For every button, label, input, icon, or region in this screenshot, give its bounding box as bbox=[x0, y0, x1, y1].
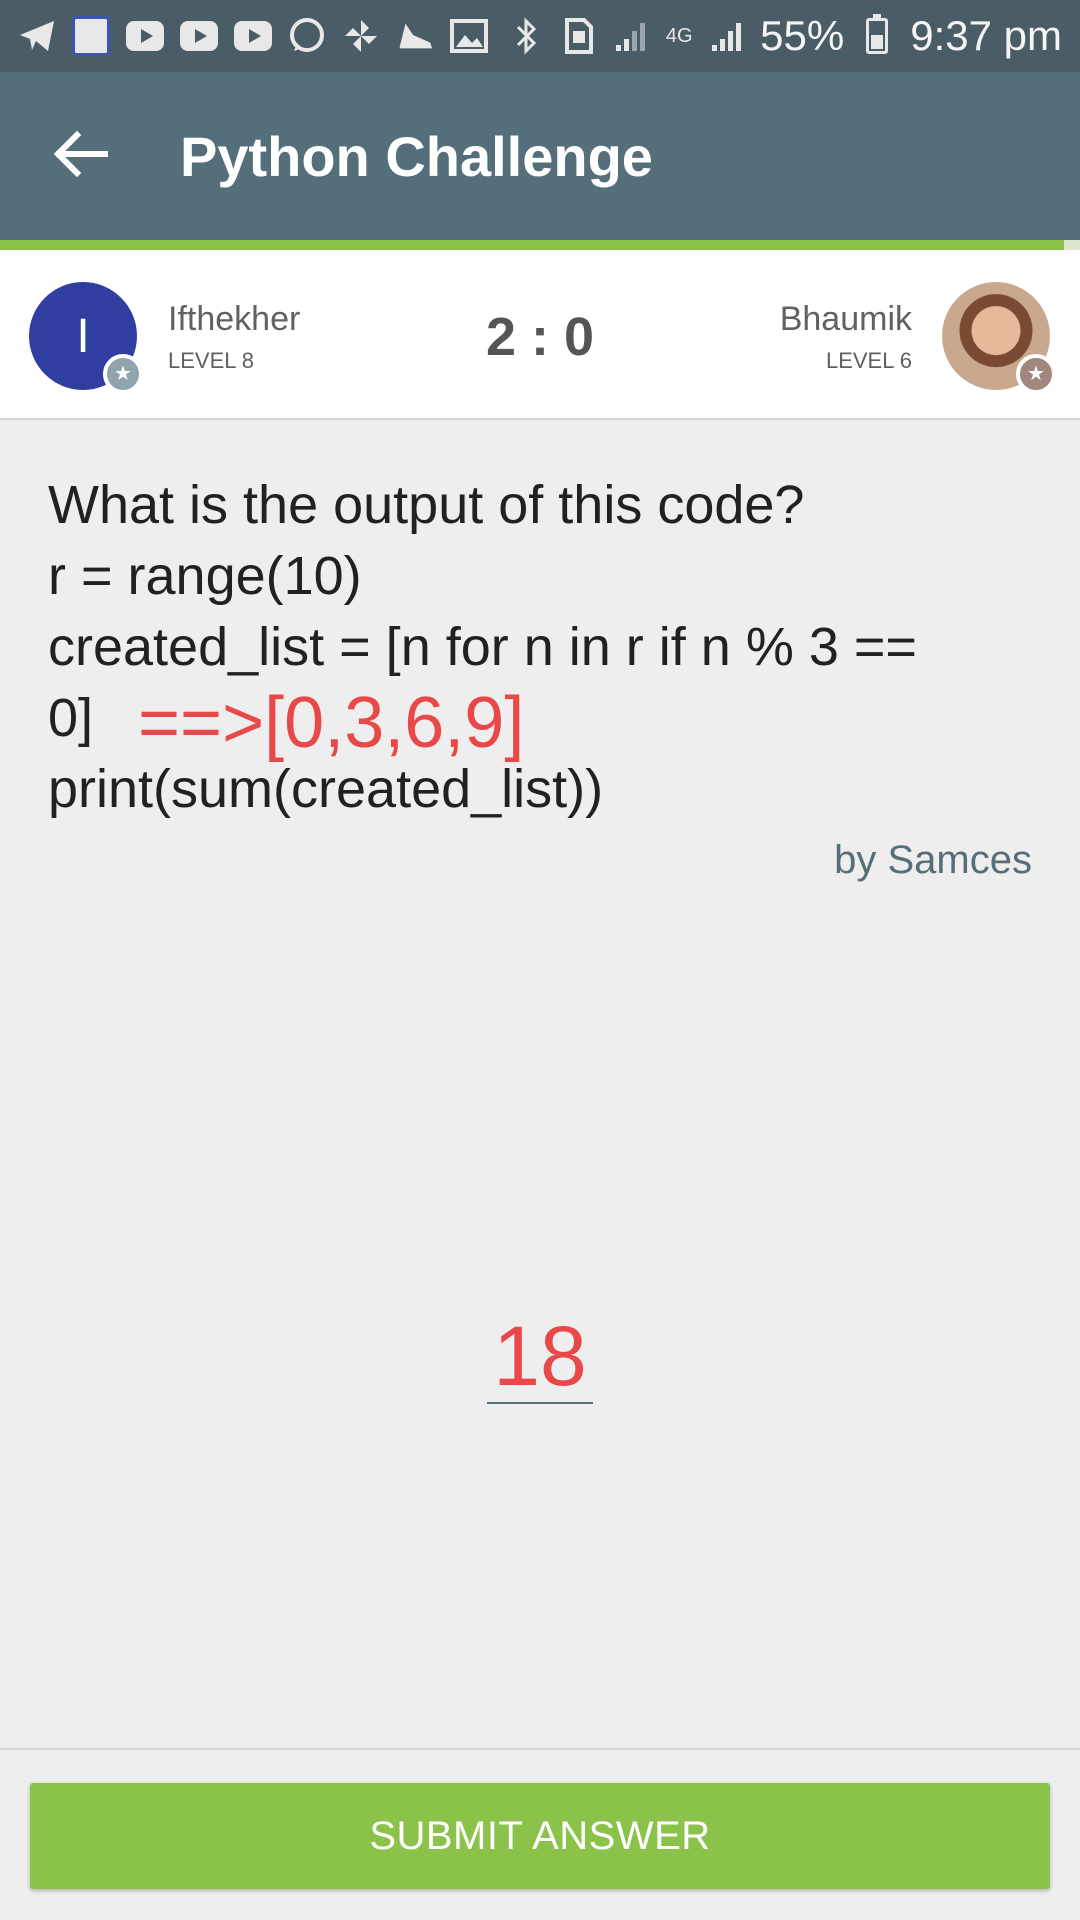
score: 2 : 0 bbox=[485, 307, 595, 367]
notification-icons bbox=[18, 16, 488, 56]
page-title: Python Challenge bbox=[180, 124, 653, 188]
star-icon: ★ bbox=[1016, 354, 1056, 394]
handwritten-annotation: ==>[0,3,6,9] bbox=[138, 683, 525, 763]
progress-fill bbox=[0, 240, 1064, 250]
player-right-name[interactable]: Bhaumik bbox=[780, 300, 912, 339]
battery-percent: 55% bbox=[760, 12, 845, 59]
back-button[interactable] bbox=[26, 101, 136, 211]
code-line: created_list = [n for n in r if n % 3 == bbox=[48, 617, 917, 677]
image-icon bbox=[450, 17, 488, 55]
player-right-level: LEVEL 6 bbox=[825, 348, 912, 373]
signal-icon bbox=[708, 17, 746, 55]
youtube-icon bbox=[180, 17, 218, 55]
players-panel: I ★ Ifthekher LEVEL 8 2 : 0 Bhaumik LEVE… bbox=[0, 250, 1080, 420]
battery-icon bbox=[858, 14, 896, 55]
system-icons: 4G 55% 9:37 pm bbox=[508, 12, 1062, 60]
news-app-icon bbox=[72, 16, 110, 56]
whatsapp-icon bbox=[288, 17, 326, 55]
challenge-progress-bar bbox=[0, 240, 1080, 250]
author-credit[interactable]: by Samces bbox=[834, 838, 1032, 883]
bluetooth-icon bbox=[508, 17, 546, 55]
avatar-right[interactable]: ★ bbox=[942, 282, 1056, 394]
question-text: What is the output of this code? r = ran… bbox=[48, 470, 1048, 825]
app-bar: Python Challenge bbox=[0, 72, 1080, 240]
pinwheel-icon bbox=[342, 17, 380, 55]
status-bar: 4G 55% 9:37 pm bbox=[0, 0, 1080, 72]
clock: 9:37 pm bbox=[910, 12, 1062, 59]
code-line: r = range(10) bbox=[48, 546, 362, 606]
divider bbox=[0, 1748, 1080, 1750]
network-type-label: 4G bbox=[665, 24, 693, 47]
answer-input[interactable]: 18 bbox=[487, 1310, 593, 1404]
telegram-icon bbox=[18, 17, 56, 55]
arrow-left-icon bbox=[53, 130, 109, 183]
sim-icon bbox=[560, 17, 598, 55]
submit-answer-button[interactable]: SUBMIT ANSWER bbox=[30, 1783, 1050, 1889]
answer-area: 18 bbox=[0, 1310, 1080, 1404]
question-line: What is the output of this code? bbox=[48, 475, 805, 535]
shoe-icon bbox=[396, 17, 434, 55]
youtube-icon bbox=[126, 17, 164, 55]
youtube-icon bbox=[234, 17, 272, 55]
signal-icon bbox=[612, 17, 650, 55]
